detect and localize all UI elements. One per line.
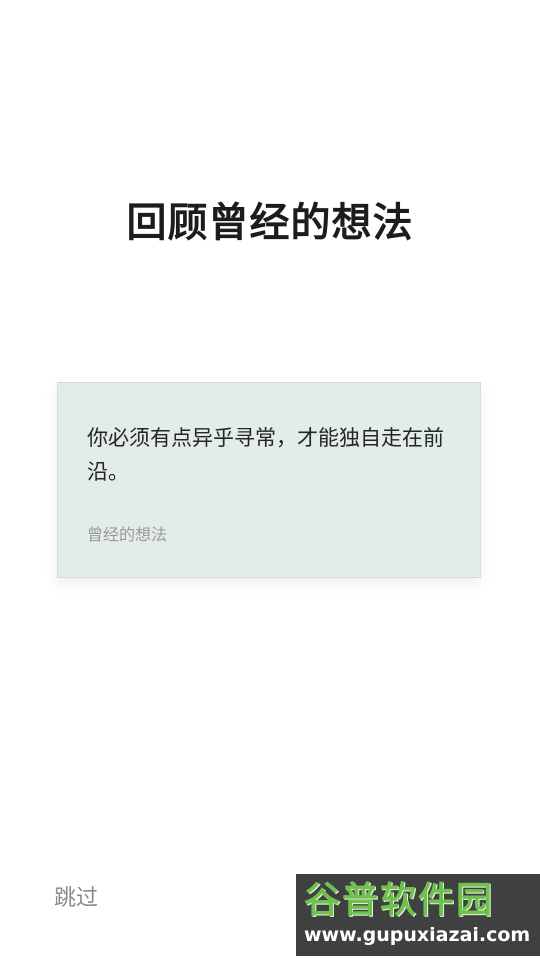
- thought-source: 曾经的想法: [87, 525, 168, 544]
- watermark-logo: 谷普软件园 www.gupuxiazai.com: [296, 874, 540, 956]
- page-title: 回顾曾经的想法: [126, 200, 414, 246]
- watermark-chinese-text: 谷普软件园: [304, 880, 495, 921]
- skip-button[interactable]: 跳过: [54, 880, 98, 912]
- thought-quote: 你必须有点异乎寻常，才能独自走在前沿。: [87, 426, 444, 484]
- watermark-url-text: www.gupuxiazai.com: [304, 924, 531, 946]
- thought-card[interactable]: 你必须有点异乎寻常，才能独自走在前沿。 曾经的想法: [57, 382, 481, 578]
